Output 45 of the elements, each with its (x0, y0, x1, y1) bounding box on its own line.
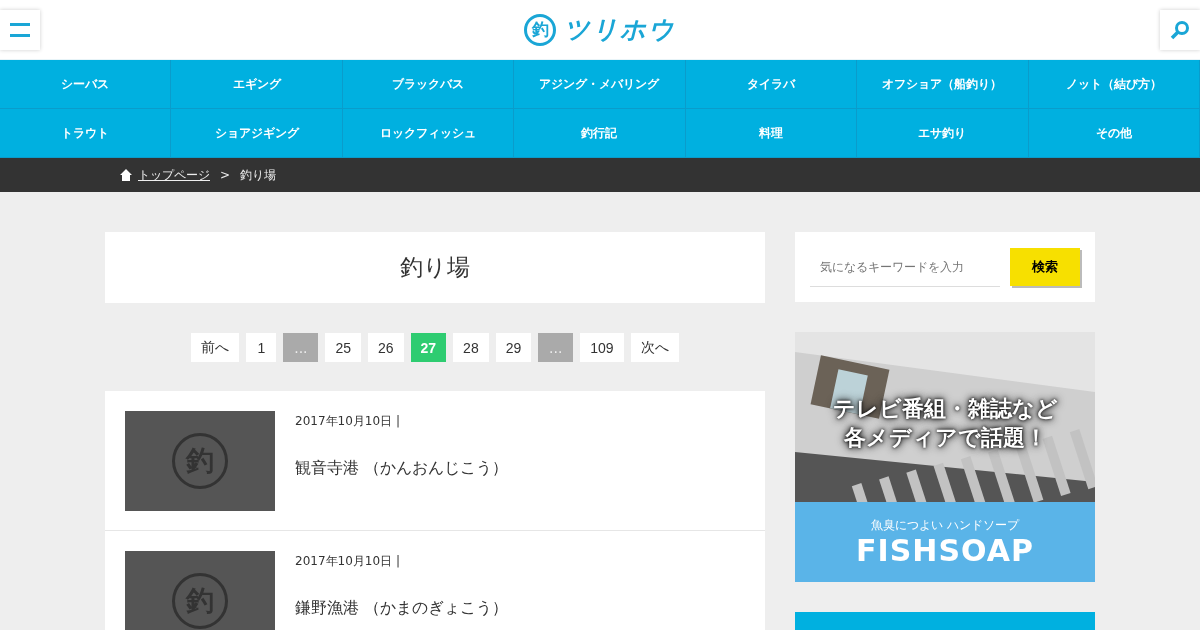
pagination-ellipsis: ... (283, 333, 319, 362)
nav-link[interactable]: オフショア（船釣り） (857, 60, 1029, 108)
search-submit-button[interactable]: 検索 (1010, 248, 1080, 286)
nav-link[interactable]: ノット（結び方） (1028, 60, 1200, 108)
page-link[interactable]: 次へ (630, 333, 679, 362)
nav-link[interactable]: その他 (1028, 109, 1200, 157)
post-title[interactable]: 観音寺港 （かんおんじこう） (295, 458, 509, 479)
page-link[interactable]: 1 (246, 333, 277, 362)
page-link[interactable]: 29 (495, 333, 532, 362)
search-icon (1170, 19, 1190, 40)
ad-tagline: 魚臭につよい ハンドソープ (871, 516, 1019, 534)
nav-link[interactable]: ロックフィッシュ (342, 109, 515, 157)
post-date: 2017年10月10日 | (295, 553, 401, 570)
nav-link[interactable]: シーバス (0, 60, 172, 108)
nav-link[interactable]: ショアジギング (171, 109, 343, 157)
nav-link[interactable]: トラウト (0, 109, 172, 157)
page-link[interactable]: 26 (367, 333, 404, 362)
pagination-ellipsis: ... (538, 333, 574, 362)
page-link[interactable]: 25 (325, 333, 361, 362)
ad-brand: FISHSOAP (856, 533, 1034, 568)
breadcrumb-current: 釣り場 (240, 166, 277, 184)
logo-text[interactable]: ツリホウ (564, 13, 676, 46)
search-button[interactable] (1160, 9, 1200, 50)
nav-link[interactable]: 釣行記 (514, 109, 686, 157)
menu-button[interactable] (0, 9, 40, 50)
search-field[interactable]: 気になるキーワードを入力 (810, 247, 1000, 287)
nav-link[interactable]: タイラバ (685, 60, 858, 108)
page-title: 釣り場 (105, 232, 765, 303)
nav-link[interactable]: エギング (171, 60, 343, 108)
menu-icon (10, 22, 30, 37)
post-date: 2017年10月10日 | (295, 413, 401, 430)
search-panel[interactable]: 気になるキーワードを入力 検索 (795, 232, 1095, 302)
nav-link[interactable]: アジング・メバリング (514, 60, 686, 108)
page-link[interactable]: 28 (453, 333, 489, 362)
breadcrumb-separator: > (220, 168, 231, 182)
page-link[interactable]: 109 (580, 333, 624, 362)
nav-link[interactable]: エサ釣り (857, 109, 1029, 157)
home-link[interactable]: トップページ (120, 166, 210, 184)
nav-link[interactable]: ブラックバス (342, 60, 515, 108)
logo-mark[interactable]: 釣 (524, 13, 556, 46)
nav-link[interactable]: 料理 (685, 109, 858, 157)
page-link[interactable]: 前へ (191, 333, 240, 362)
page-link[interactable]: 27 (410, 333, 447, 362)
post-title[interactable]: 鎌野漁港 （かまのぎょこう） (295, 598, 509, 619)
home-icon (120, 169, 132, 181)
